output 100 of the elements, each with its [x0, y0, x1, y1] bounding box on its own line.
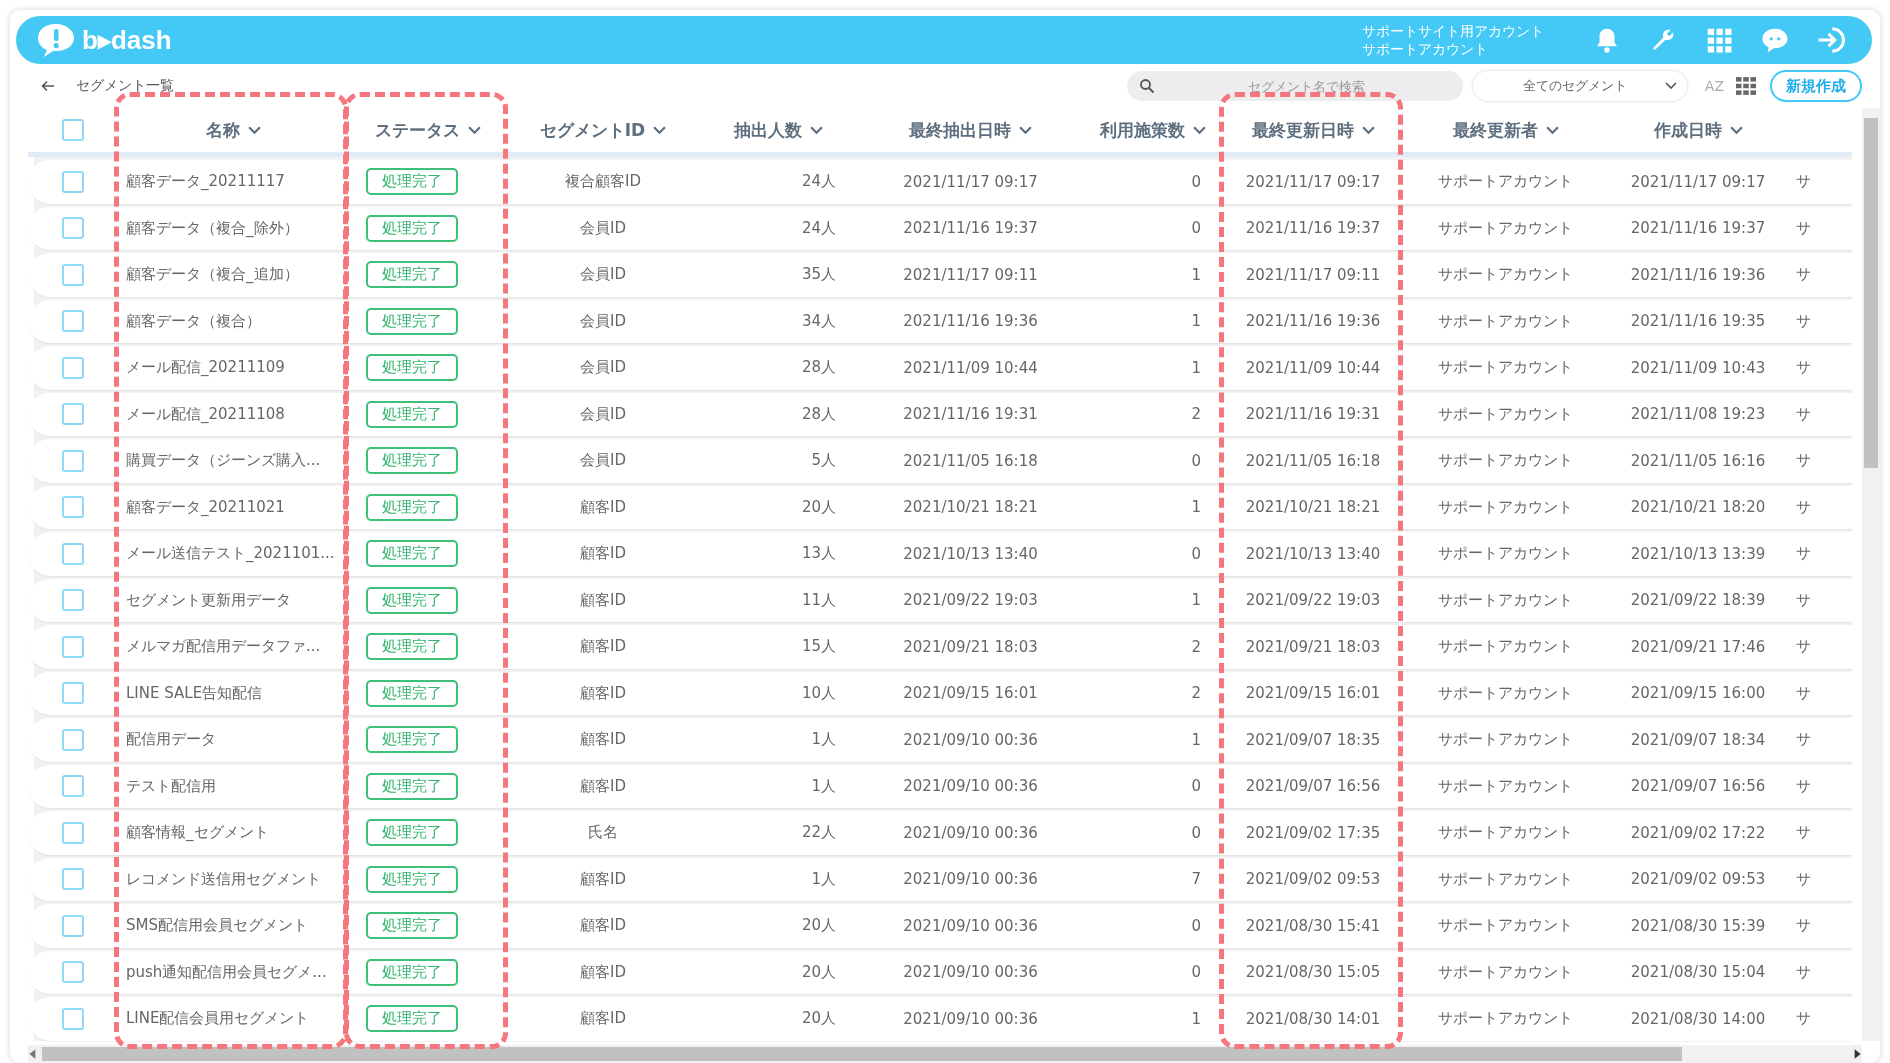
- table-row[interactable]: LINE SALE告知配信 処理完了 顧客ID 10人 2021/09/15 16:01 2 2021/09/15 16:01 サポートアカウント 2021/09/15 16:00 サ: [28, 671, 1852, 715]
- row-checkbox[interactable]: [62, 635, 84, 658]
- chevron-down-icon[interactable]: [1193, 125, 1206, 135]
- row-checkbox[interactable]: [62, 403, 84, 426]
- table-row[interactable]: メルマガ配信用データファ... 処理完了 顧客ID 15人 2021/09/21 18:03 2 2021/09/21 18:03 サポートアカウント 2021/09/21 17:46 サ: [28, 625, 1852, 669]
- table-row[interactable]: 顧客データ（複合_追加） 処理完了 会員ID 35人 2021/11/17 09:11 1 2021/11/17 09:11 サポートアカウント 2021/11/16 19:36 サ: [28, 253, 1852, 297]
- row-checkbox[interactable]: [62, 775, 84, 798]
- search-field[interactable]: セグメント名で検索: [1126, 71, 1463, 101]
- chevron-down-icon: [1664, 82, 1677, 90]
- row-checkbox[interactable]: [62, 542, 84, 565]
- table-cell: サポートアカウント: [1438, 172, 1573, 191]
- table-cell: 11人: [801, 590, 836, 609]
- scrollbar-thumb[interactable]: [1864, 118, 1878, 468]
- table-cell: サポートアカウント: [1438, 590, 1573, 609]
- table-cell: 0: [1191, 777, 1201, 796]
- table-cell: 15人: [801, 637, 836, 656]
- table-cell: サポートアカウント: [1438, 869, 1573, 888]
- table-cell: 5人: [811, 451, 836, 470]
- table-row[interactable]: 配信用データ 処理完了 顧客ID 1人 2021/09/10 00:36 1 2021/09/07 18:35 サポートアカウント 2021/09/07 18:34 サ: [28, 718, 1852, 762]
- table-cell: サポートアカウント: [1438, 311, 1573, 330]
- table-row[interactable]: セグメント更新用データ 処理完了 顧客ID 11人 2021/09/22 19:03 1 2021/09/22 19:03 サポートアカウント 2021/09/22 18:39 サ: [28, 578, 1852, 622]
- table-cell: 2021/09/21 18:03: [903, 637, 1038, 656]
- row-checkbox[interactable]: [62, 217, 84, 240]
- table-cell: 1: [1191, 730, 1201, 749]
- table-row[interactable]: メール配信_20211108 処理完了 会員ID 28人 2021/11/16 19:31 2 2021/11/16 19:31 サポートアカウント 2021/11/08 19:23 サ: [28, 392, 1852, 436]
- row-checkbox[interactable]: [62, 263, 84, 286]
- column-header[interactable]: 名称: [205, 118, 240, 142]
- row-checkbox[interactable]: [62, 589, 84, 612]
- table-row[interactable]: 顧客データ（複合_除外） 処理完了 会員ID 24人 2021/11/16 19:37 0 2021/11/16 19:37 サポートアカウント 2021/11/16 19:37 サ: [28, 206, 1852, 250]
- column-header[interactable]: 最終更新者: [1452, 118, 1538, 142]
- segment-filter-dropdown[interactable]: 全てのセグメント: [1472, 71, 1687, 101]
- logout-icon[interactable]: [1816, 25, 1846, 55]
- column-header[interactable]: 抽出人数: [733, 118, 802, 142]
- table-cell: 2021/11/17 09:17: [1245, 172, 1381, 191]
- table-cell: 1人: [811, 730, 836, 749]
- chevron-down-icon[interactable]: [1545, 125, 1559, 135]
- column-header[interactable]: 最終更新日時: [1251, 118, 1354, 142]
- row-checkbox[interactable]: [62, 914, 84, 937]
- table-cell: サ: [1796, 916, 1811, 935]
- table-cell: 2021/10/13 13:40: [903, 544, 1038, 563]
- column-header[interactable]: ステータス: [375, 118, 460, 142]
- table-cell: 2021/09/15 16:01: [903, 684, 1038, 703]
- table-row[interactable]: レコメンド送信用セグメント 処理完了 顧客ID 1人 2021/09/10 00:36 7 2021/09/02 09:53 サポートアカウント 2021/09/02 09:53 サ: [28, 857, 1852, 901]
- table-cell: 2: [1191, 637, 1201, 656]
- table-cell: 2021/11/05 16:16: [1630, 451, 1766, 470]
- column-header[interactable]: 作成日時: [1653, 118, 1722, 142]
- row-checkbox[interactable]: [62, 682, 84, 705]
- table-row[interactable]: メール配信_20211109 処理完了 会員ID 28人 2021/11/09 10:44 1 2021/11/09 10:44 サポートアカウント 2021/11/09 10:43 サ: [28, 346, 1852, 390]
- table-row[interactable]: SMS配信用会員セグメント 処理完了 顧客ID 20人 2021/09/10 00:36 0 2021/08/30 15:41 サポートアカウント 2021/08/30 15:39 サ: [28, 904, 1852, 948]
- chevron-down-icon[interactable]: [809, 125, 823, 135]
- table-row[interactable]: 顧客データ_20211117 処理完了 複合顧客ID 24人 2021/11/17 09:17 0 2021/11/17 09:17 サポートアカウント 2021/11/17 09:17 サ: [28, 160, 1852, 204]
- table-row[interactable]: push通知配信用会員セグメ... 処理完了 顧客ID 20人 2021/09/10 00:36 0 2021/08/30 15:05 サポートアカウント 2021/08/30 15:04 サ: [28, 950, 1852, 994]
- table-row[interactable]: テスト配信用 処理完了 顧客ID 1人 2021/09/10 00:36 0 2021/09/07 16:56 サポートアカウント 2021/09/07 16:56 サ: [28, 764, 1852, 808]
- row-checkbox[interactable]: [62, 449, 84, 472]
- status-badge: 処理完了: [366, 819, 458, 847]
- table-row[interactable]: 購買データ（ジーンズ購入... 処理完了 会員ID 5人 2021/11/05 16:18 0 2021/11/05 16:18 サポートアカウント 2021/11/05 16:16 サ: [28, 439, 1852, 483]
- scroll-right-icon[interactable]: [1852, 1047, 1862, 1060]
- chevron-down-icon[interactable]: [653, 125, 667, 135]
- select-all-checkbox[interactable]: [62, 119, 84, 141]
- table-row[interactable]: 顧客データ（複合） 処理完了 会員ID 34人 2021/11/16 19:36 1 2021/11/16 19:36 サポートアカウント 2021/11/16 19:35 サ: [28, 299, 1852, 343]
- chevron-down-icon[interactable]: [468, 125, 481, 135]
- table-cell: 配信用データ: [126, 730, 216, 749]
- row-checkbox[interactable]: [62, 868, 84, 891]
- status-badge: 処理完了: [366, 168, 458, 196]
- row-checkbox[interactable]: [62, 821, 84, 844]
- table-row[interactable]: LINE配信会員用セグメント 処理完了 顧客ID 20人 2021/09/10 00:36 1 2021/08/30 14:01 サポートアカウント 2021/08/30 14:00 サ: [28, 997, 1852, 1041]
- row-checkbox[interactable]: [62, 1007, 84, 1030]
- column-header[interactable]: セグメントID: [539, 118, 646, 142]
- table-cell: サ: [1796, 358, 1811, 377]
- row-checkbox[interactable]: [62, 496, 84, 519]
- row-checkbox[interactable]: [62, 356, 84, 379]
- table-cell: 0: [1191, 451, 1201, 470]
- table-cell: サ: [1796, 869, 1811, 888]
- row-checkbox[interactable]: [62, 170, 84, 193]
- chevron-down-icon[interactable]: [1361, 125, 1375, 135]
- table-cell: 2021/09/21 17:46: [1630, 637, 1766, 656]
- table-cell: 2021/11/09 10:43: [1630, 358, 1766, 377]
- table-row[interactable]: 顧客データ_20211021 処理完了 顧客ID 20人 2021/10/21 18:21 1 2021/10/21 18:21 サポートアカウント 2021/10/21 18:20 サ: [28, 485, 1852, 529]
- chevron-down-icon[interactable]: [1019, 125, 1032, 135]
- scroll-left-icon[interactable]: [28, 1047, 38, 1060]
- table-row[interactable]: 顧客情報_セグメント 処理完了 氏名 22人 2021/09/10 00:36 0 2021/09/02 17:35 サポートアカウント 2021/09/02 17:22 サ: [28, 811, 1852, 855]
- row-checkbox[interactable]: [62, 728, 84, 751]
- column-header[interactable]: 利用施策数: [1100, 118, 1185, 142]
- row-checkbox[interactable]: [62, 961, 84, 984]
- table-cell: 2021/11/16 19:36: [1630, 265, 1766, 284]
- logo-text: b▸dash: [82, 24, 172, 56]
- scrollbar-thumb[interactable]: [42, 1046, 1682, 1061]
- table-cell: 複合顧客ID: [565, 172, 641, 191]
- table-cell: 2021/09/10 00:36: [903, 963, 1038, 982]
- table-cell: 2021/11/17 09:11: [1245, 265, 1381, 284]
- grid-view-icon[interactable]: [1736, 77, 1756, 95]
- horizontal-scrollbar[interactable]: [28, 1044, 1862, 1063]
- column-header[interactable]: 最終抽出日時: [909, 118, 1011, 142]
- row-checkbox[interactable]: [62, 310, 84, 333]
- vertical-scrollbar[interactable]: [1862, 108, 1880, 1041]
- chevron-down-icon[interactable]: [247, 125, 261, 135]
- chevron-down-icon[interactable]: [1729, 125, 1743, 135]
- table-row[interactable]: メール送信テスト_2021101... 処理完了 顧客ID 13人 2021/10/13 13:40 0 2021/10/13 13:40 サポートアカウント 2021/10/13 13:39 サ: [28, 532, 1852, 576]
- table-cell: 0: [1191, 219, 1201, 238]
- back-arrow-icon[interactable]: [40, 78, 56, 94]
